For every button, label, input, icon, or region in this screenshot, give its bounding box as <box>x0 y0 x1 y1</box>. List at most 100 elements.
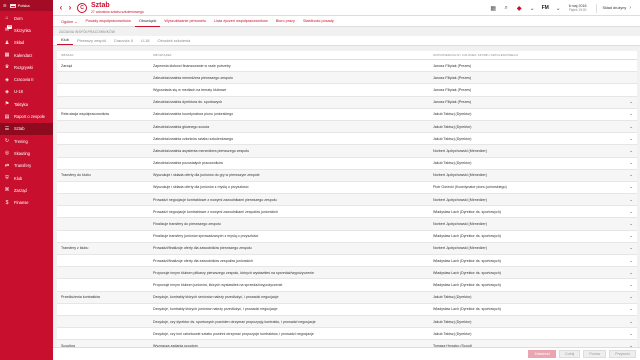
person-dropdown[interactable]: Jakub Tabiszj (Dyrektor) ⌄ <box>427 331 637 337</box>
sidebar-item-home[interactable]: ⌂ Dom <box>0 12 53 24</box>
chevron-down-icon[interactable]: ⌄ <box>629 172 633 178</box>
game-date[interactable]: 6 maj 2016 Piątek 19:00 <box>569 4 587 13</box>
person-dropdown[interactable]: Władysław Lach (Dyrektor ds. sportowych)… <box>427 209 637 215</box>
tab[interactable]: Pierwszy zespół <box>73 35 110 45</box>
duty-cell: Finalizuje transfery juniorów sprowadzan… <box>153 234 259 239</box>
subnav-item[interactable]: Ogólne ⌄ <box>57 16 81 27</box>
chevron-down-icon[interactable]: ⌄ <box>629 306 633 312</box>
tab[interactable]: U-18 <box>137 35 154 45</box>
duty-cell: Prowadzi negocjacje kontraktowe z nowymi… <box>153 209 279 214</box>
chevron-down-icon[interactable]: ⌄ <box>554 4 563 13</box>
chevron-down-icon[interactable]: ⌄ <box>629 221 633 227</box>
person-dropdown[interactable]: Jakub Tabiszj (Dyrektor) ⌄ <box>427 294 637 300</box>
chevron-down-icon[interactable]: ⌄ <box>629 197 633 203</box>
chevron-down-icon[interactable]: ⌄ <box>629 258 633 264</box>
person-dropdown[interactable]: Norbert Jędrychowski (Menedżer) ⌄ <box>427 172 637 178</box>
chevron-down-icon[interactable]: ⌄ <box>629 184 633 190</box>
restore-button[interactable]: Przywróć <box>609 350 636 358</box>
fm-logo-icon[interactable]: FM <box>541 4 550 13</box>
person-name: Władysław Lach (Dyrektor ds. sportowych) <box>433 270 501 275</box>
chevron-down-icon[interactable]: ⌄ <box>629 294 633 300</box>
calendar-icon[interactable]: ▦ <box>489 4 498 13</box>
person-dropdown[interactable]: Władysław Lach (Dyrektor ds. sportowych)… <box>427 306 637 312</box>
tab[interactable]: Klub <box>57 35 74 45</box>
sidebar-item-tactics[interactable]: ⚑ Taktyka <box>0 98 53 110</box>
person-dropdown[interactable]: Jakub Tabiszj (Dyrektor) ⌄ <box>427 319 637 325</box>
subnav-item[interactable]: Obowiązki <box>134 16 161 27</box>
person-dropdown[interactable]: Jakub Tabiszj (Dyrektor) ⌄ <box>427 160 637 166</box>
sidebar-item-staff[interactable]: ☰ Sztab <box>0 122 53 135</box>
sidebar-item-shield[interactable]: ⛨ Klub <box>0 172 53 184</box>
chevron-down-icon[interactable]: ⌄ <box>629 99 633 105</box>
sidebar-item-finance[interactable]: $ Finanse <box>0 196 53 208</box>
person-dropdown[interactable]: Władysław Lach (Dyrektor ds. sportowych)… <box>427 282 637 288</box>
person-dropdown[interactable]: Norbert Jędrychowski (Menedżer) ⌄ <box>427 245 637 251</box>
continue-button[interactable]: Skład drużyny › <box>596 3 636 13</box>
column-header-person[interactable]: ODPOWIEDZIALNY CZŁONEK SZTABU SZKOLENIOW… <box>427 53 637 57</box>
chevron-down-icon[interactable]: ⌄ <box>629 331 633 337</box>
person-dropdown[interactable]: Norbert Jędrychowski (Menedżer) ⌄ <box>427 197 637 203</box>
subnav-item[interactable]: Lista życzeń współpracowników <box>210 16 272 27</box>
sidebar-item-scouting[interactable]: ◎ Skauting <box>0 147 53 159</box>
tab[interactable]: Cracovia II <box>110 35 137 45</box>
club-logo[interactable]: C <box>77 3 87 13</box>
chevron-down-icon[interactable]: ⌄ <box>629 148 633 154</box>
sidebar-item-trophy[interactable]: ♛ Rozgrywki <box>0 61 53 73</box>
chevron-down-icon[interactable]: ⌄ <box>629 282 633 288</box>
search-icon[interactable]: ⌕ <box>502 4 511 13</box>
subnav-item[interactable]: Posady współpracowników <box>81 16 134 27</box>
person-dropdown[interactable]: Piotr Gorecki (Koordynator pionu juniors… <box>427 184 637 190</box>
menu-icon[interactable]: ☰ <box>3 3 7 8</box>
sidebar-item-calendar[interactable]: ▦ Kalendarz <box>0 49 53 61</box>
person-name: Janusz Filipiak (Prezes) <box>433 100 472 105</box>
person-dropdown[interactable]: Władysław Lach (Dyrektor ds. sportowych)… <box>427 233 637 239</box>
chevron-down-icon[interactable]: ⌄ <box>629 136 633 142</box>
chevron-down-icon[interactable]: ⌄ <box>528 4 537 13</box>
person-name: Władysław Lach (Dyrektor ds. sportowych) <box>433 282 501 287</box>
chevron-down-icon[interactable]: ⌄ <box>629 160 633 166</box>
forward-arrow-icon[interactable]: › <box>66 3 74 12</box>
team-badge-icon[interactable]: ◆ <box>515 4 524 13</box>
sidebar-item-board[interactable]: ⌘ Zarząd <box>0 184 53 196</box>
chevron-down-icon[interactable]: ⌄ <box>629 319 633 325</box>
sidebar-item-youth[interactable]: ◈ U-18 <box>0 86 53 98</box>
sidebar-item-report[interactable]: ▤ Raport o zespole <box>0 110 53 122</box>
person-dropdown[interactable]: Jakub Tabiszj (Dyrektor) ⌄ <box>427 124 637 130</box>
sidebar-item-training[interactable]: ↻ Trening <box>0 135 53 147</box>
training-icon: ↻ <box>4 138 10 145</box>
person-dropdown[interactable]: Janusz Filipiak (Prezes) ⌄ <box>427 99 637 105</box>
chevron-down-icon[interactable]: ⌄ <box>629 111 633 117</box>
chevron-down-icon[interactable]: ⌄ <box>629 209 633 215</box>
subnav-item[interactable]: Biuro pracy <box>272 16 299 27</box>
table-row: Zatrudnia/zwalnia asystenta menedżera pi… <box>57 145 637 158</box>
person-dropdown[interactable]: Norbert Jędrychowski (Menedżer) ⌄ <box>427 221 637 227</box>
sidebar-item-club[interactable]: ◈ Cracovia II <box>0 73 53 85</box>
chevron-down-icon[interactable]: ⌄ <box>629 245 633 251</box>
tab[interactable]: Ośrodek szkolenia <box>154 35 195 45</box>
person-dropdown[interactable]: Jakub Tabiszj (Dyrektor) ⌄ <box>427 111 637 117</box>
person-dropdown[interactable]: Jakub Tabiszj (Dyrektor) ⌄ <box>427 136 637 142</box>
back-arrow-icon[interactable]: ‹ <box>57 3 65 12</box>
chevron-down-icon[interactable]: ⌄ <box>629 270 633 276</box>
transfers-icon: ⇄ <box>4 162 10 169</box>
sidebar-item-inbox[interactable]: ✉ 20 Skrzynka <box>0 24 53 36</box>
person-dropdown[interactable]: Władysław Lach (Dyrektor ds. sportowych)… <box>427 270 637 276</box>
unread-badge: 20 <box>7 24 13 29</box>
person-dropdown[interactable]: Władysław Lach (Dyrektor ds. sportowych)… <box>427 258 637 264</box>
duty-cell: Zapewnia klubowi finansowanie w razie po… <box>153 63 231 68</box>
chevron-down-icon[interactable]: ⌄ <box>629 233 633 239</box>
column-header-area[interactable]: OBSZAR <box>57 53 147 57</box>
table-row: Transfery do klubu Wyszukuje i składa ofe… <box>57 169 637 182</box>
sidebar-item-squad[interactable]: ♟ Skład <box>0 37 53 49</box>
person-dropdown[interactable]: Norbert Jędrychowski (Menedżer) ⌄ <box>427 148 637 154</box>
undo-button[interactable]: Cofnij <box>559 350 581 358</box>
chevron-down-icon[interactable]: ⌄ <box>629 124 633 130</box>
column-header-duty[interactable]: OBOWIĄZEK <box>147 53 427 57</box>
person-name: Jakub Tabiszj (Dyrektor) <box>433 112 472 117</box>
subnav-item[interactable]: Wyszukiwanie personelu <box>160 16 210 27</box>
sidebar-item-transfers[interactable]: ⇄ Transfery <box>0 160 53 172</box>
confirm-button[interactable]: Zatwierdź <box>528 350 557 358</box>
redo-button[interactable]: Ponów <box>583 350 607 358</box>
sidebar-club-header[interactable]: ☰ Polska <box>0 0 53 11</box>
subnav-item[interactable]: Stabilność posady <box>299 16 338 27</box>
